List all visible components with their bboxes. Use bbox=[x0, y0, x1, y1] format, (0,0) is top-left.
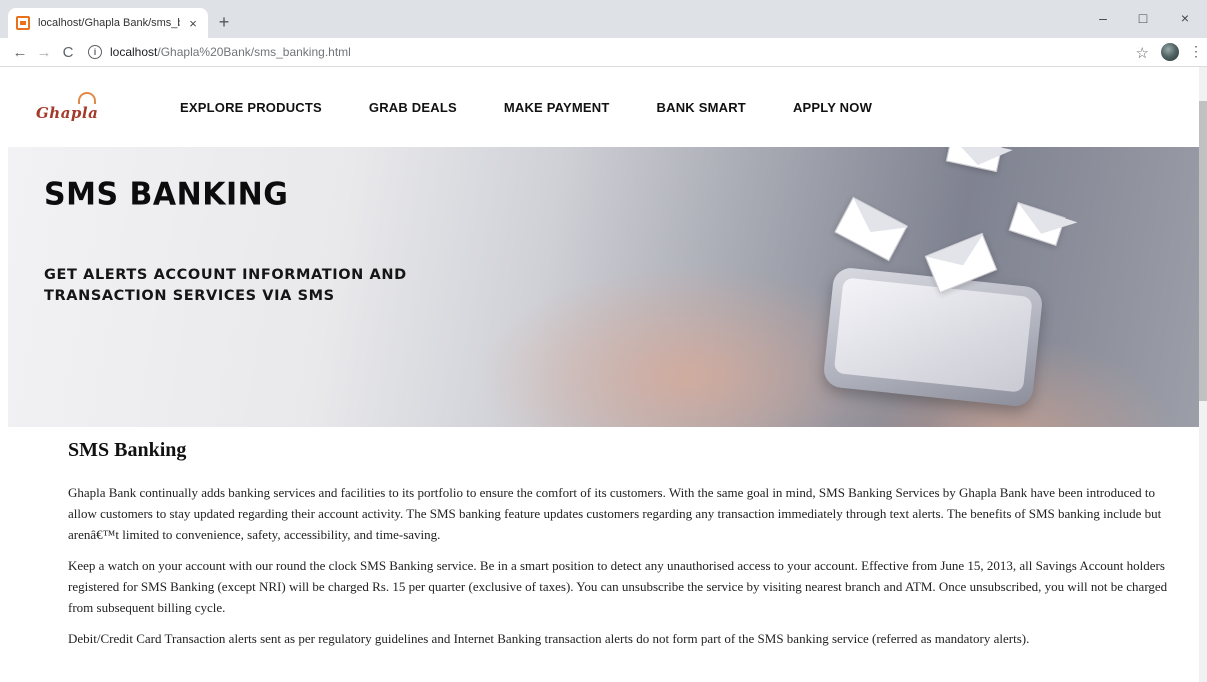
forward-arrow-icon[interactable]: → bbox=[32, 44, 56, 61]
hero-title: SMS BANKING bbox=[44, 176, 289, 213]
address-bar: ← → C i localhost /Ghapla%20Bank/sms_ban… bbox=[0, 38, 1207, 67]
page-scrollbar[interactable] bbox=[1199, 67, 1207, 682]
nav-grab-deals[interactable]: GRAB DEALS bbox=[369, 100, 457, 115]
close-window-icon[interactable]: × bbox=[1167, 8, 1203, 28]
back-arrow-icon[interactable]: ← bbox=[8, 44, 32, 61]
paragraph: Ghapla Bank continually adds banking ser… bbox=[68, 485, 1162, 542]
logo-swirl-icon bbox=[78, 92, 96, 104]
new-tab-button[interactable]: + bbox=[214, 12, 234, 32]
paragraph: Keep a watch on your account with our ro… bbox=[68, 558, 1168, 615]
nav-bank-smart[interactable]: BANK SMART bbox=[657, 100, 746, 115]
hero-subtitle: GET ALERTS ACCOUNT INFORMATION AND TRANS… bbox=[44, 267, 407, 304]
maximize-window-icon[interactable]: □ bbox=[1125, 8, 1161, 28]
phone-screen bbox=[833, 277, 1033, 393]
nav-explore-products[interactable]: EXPLORE PRODUCTS bbox=[180, 100, 322, 115]
smartphone-image bbox=[822, 266, 1044, 408]
scrollbar-thumb[interactable] bbox=[1199, 101, 1207, 401]
reload-icon[interactable]: C bbox=[56, 44, 80, 61]
browser-menu-icon[interactable]: ⋮ bbox=[1189, 43, 1203, 60]
minimize-window-icon[interactable]: – bbox=[1085, 8, 1121, 28]
site-info-icon[interactable]: i bbox=[88, 45, 102, 59]
ghapla-logo[interactable]: Ghapla bbox=[36, 92, 136, 122]
site-navigation: Ghapla EXPLORE PRODUCTS GRAB DEALS MAKE … bbox=[0, 67, 1207, 147]
bookmark-star-icon[interactable]: ☆ bbox=[1136, 44, 1149, 62]
profile-avatar[interactable] bbox=[1161, 43, 1179, 61]
logo-text: Ghapla bbox=[36, 104, 99, 122]
page-viewport: Ghapla EXPLORE PRODUCTS GRAB DEALS MAKE … bbox=[0, 67, 1207, 682]
hero-banner: SMS BANKING GET ALERTS ACCOUNT INFORMATI… bbox=[8, 147, 1200, 427]
page-favicon-icon bbox=[16, 16, 30, 30]
tab-title: localhost/Ghapla Bank/sms_bank bbox=[38, 17, 180, 29]
nav-make-payment[interactable]: MAKE PAYMENT bbox=[504, 100, 610, 115]
tab-close-icon[interactable]: × bbox=[186, 16, 200, 31]
browser-tab-strip: localhost/Ghapla Bank/sms_bank × + – □ × bbox=[0, 0, 1207, 38]
browser-tab[interactable]: localhost/Ghapla Bank/sms_bank × bbox=[8, 8, 208, 38]
paragraph: Debit/Credit Card Transaction alerts sen… bbox=[68, 631, 1030, 646]
url-path: /Ghapla%20Bank/sms_banking.html bbox=[157, 45, 351, 59]
nav-apply-now[interactable]: APPLY NOW bbox=[793, 100, 872, 115]
url-host: localhost bbox=[110, 45, 158, 59]
section-heading: SMS Banking bbox=[68, 439, 187, 461]
main-content: SMS Banking Ghapla Bank continually adds… bbox=[68, 439, 1168, 659]
url-field[interactable]: i localhost /Ghapla%20Bank/sms_banking.h… bbox=[88, 45, 351, 59]
